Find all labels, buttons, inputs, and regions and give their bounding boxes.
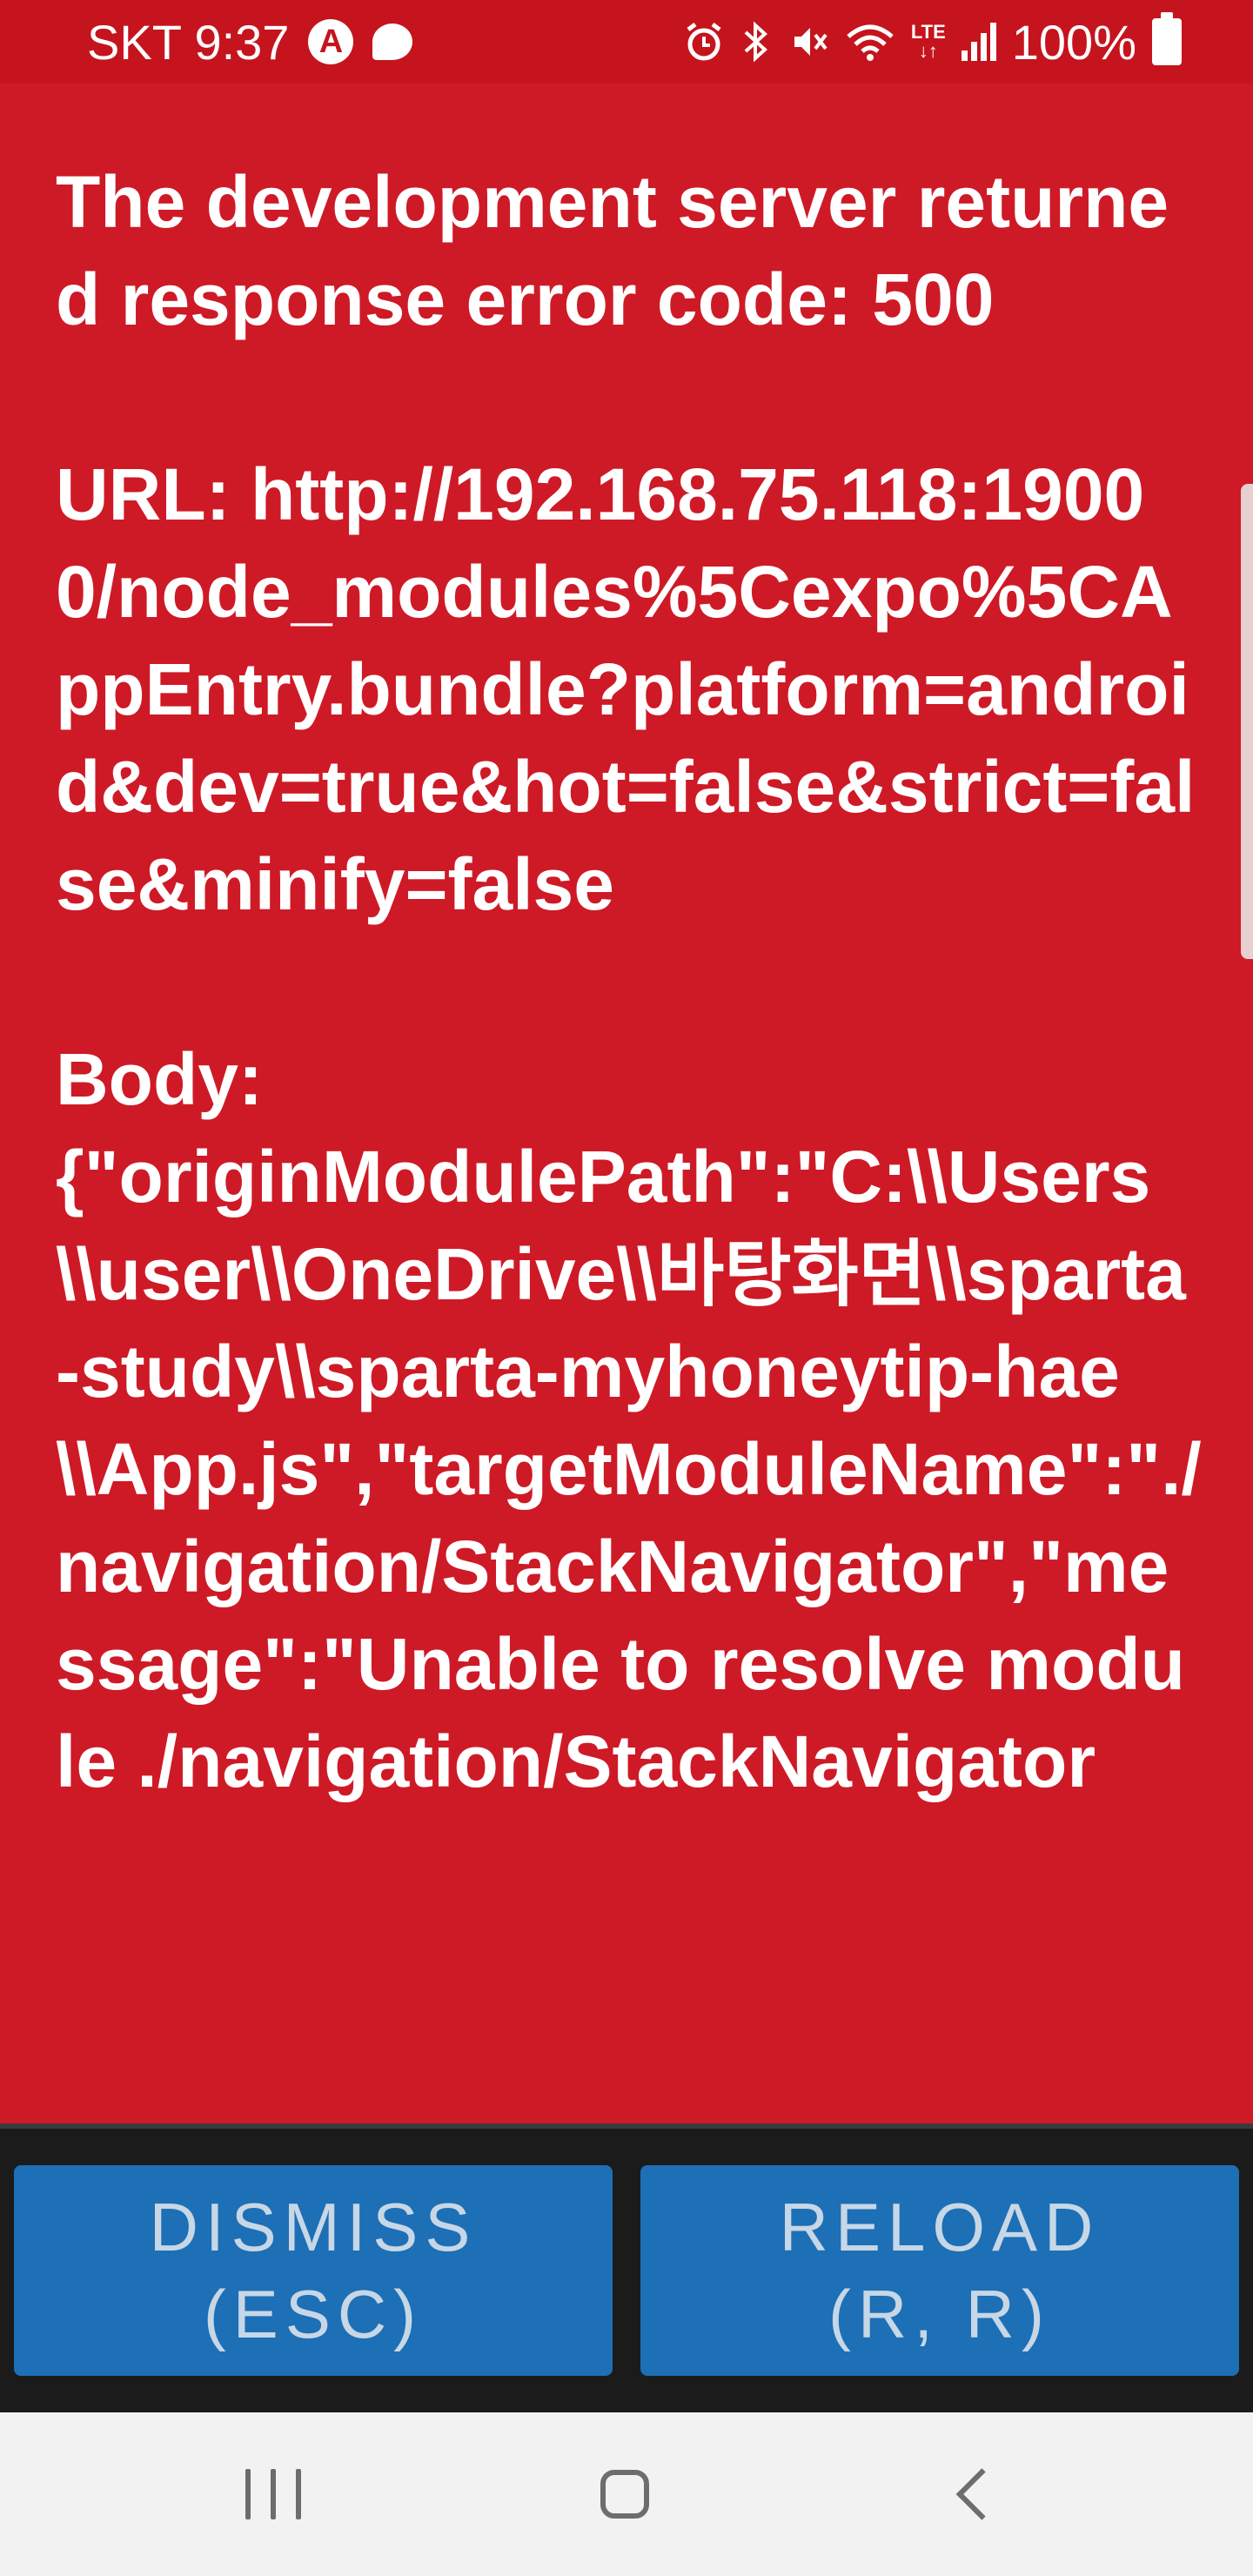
mute-icon <box>787 21 829 63</box>
home-icon[interactable] <box>600 2470 649 2519</box>
reload-shortcut: (R, R) <box>828 2276 1051 2352</box>
dismiss-shortcut: (ESC) <box>203 2276 424 2352</box>
status-bar: SKT 9:37 A LTE ↓↑ 100% <box>0 0 1253 84</box>
back-icon[interactable] <box>955 2468 1008 2520</box>
reload-label: RELOAD <box>779 2189 1101 2265</box>
chat-bubble-icon <box>372 23 413 60</box>
lte-label: LTE <box>910 21 946 43</box>
recent-apps-icon[interactable] <box>245 2469 301 2519</box>
scrollbar[interactable] <box>1241 484 1253 959</box>
data-arrows-icon: ↓↑ <box>918 40 938 62</box>
navigation-bar <box>0 2412 1253 2576</box>
status-right: LTE ↓↑ 100% <box>683 0 1182 84</box>
battery-icon <box>1152 12 1182 65</box>
bluetooth-icon <box>740 20 772 64</box>
reload-button[interactable]: RELOAD (R, R) <box>640 2165 1239 2376</box>
status-left: SKT 9:37 A <box>87 0 413 84</box>
button-bar: DISMISS (ESC) RELOAD (R, R) <box>0 2123 1253 2412</box>
dismiss-button[interactable]: DISMISS (ESC) <box>14 2165 613 2376</box>
error-content[interactable]: The development server returned response… <box>56 153 1204 2120</box>
alarm-icon <box>683 21 725 63</box>
carrier-time: SKT 9:37 <box>87 14 290 70</box>
signal-icon <box>961 23 996 61</box>
autofill-a-icon: A <box>308 19 354 64</box>
wifi-icon <box>845 21 895 63</box>
error-message: The development server returned response… <box>56 161 1202 1802</box>
lte-icon: LTE ↓↑ <box>911 23 946 61</box>
dismiss-label: DISMISS <box>149 2189 478 2265</box>
battery-percent: 100% <box>1011 14 1136 70</box>
